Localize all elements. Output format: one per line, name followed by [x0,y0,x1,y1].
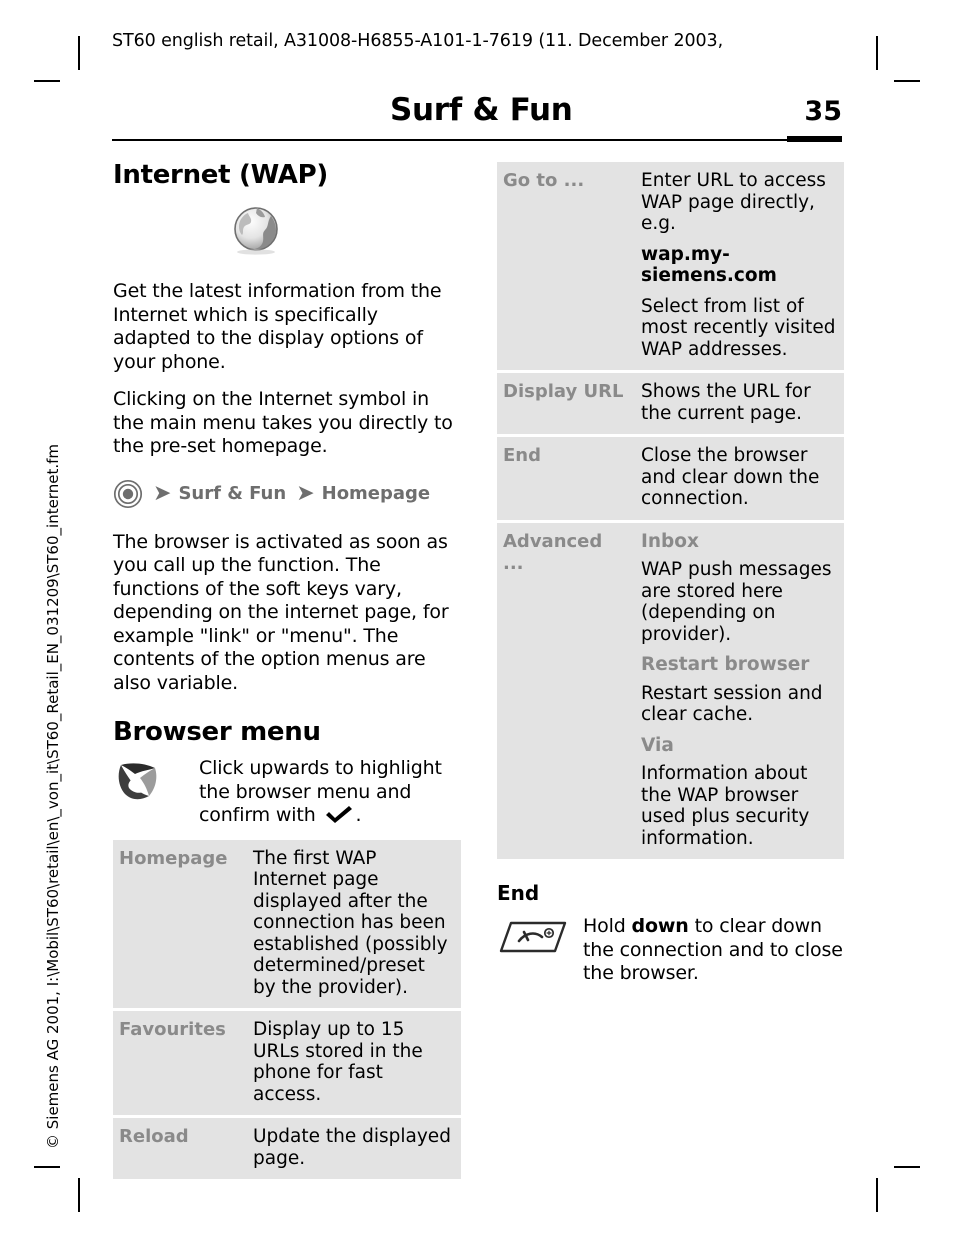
joystick-instruction-text: Click upwards to highlight the browser m… [199,757,461,828]
end-section: End Hold down to clear down the connecti… [497,881,844,986]
crop-mark-top-left-v [78,36,80,70]
crop-mark-bottom-left-h [34,1166,60,1168]
value-line: Restart session and clear cache. [641,682,823,726]
browser-activation-paragraph: The browser is activated as soon as you … [113,530,449,694]
table-cell-value: Shows the URL for the current page. [633,373,844,437]
table-cell-key: End [497,437,633,523]
menu-path-line: ➤ Surf & Fun ➤ Homepage [113,479,461,509]
center-menu-key-icon [113,479,143,508]
end-key-instruction-row: Hold down to clear down the connection a… [497,915,844,986]
table-cell-value: Display up to 15 URLs stored in the phon… [245,1011,461,1118]
crop-mark-top-right-v [876,36,878,70]
joystick-up-icon [118,763,157,800]
table-cell-value: Enter URL to access WAP page directly, e… [633,162,844,373]
table-row: Go to ... Enter URL to access WAP page d… [497,162,844,373]
end-text-before: Hold [583,915,626,937]
browser-menu-table: Homepage The first WAP Internet page dis… [113,839,461,1179]
value-line: Enter URL to access WAP page directly, e… [641,170,826,234]
joystick-icon-wrapper [113,757,199,809]
page-header: Surf & Fun 35 [112,92,842,144]
table-cell-key: Homepage [113,839,245,1011]
path-arrow-icon-2: ➤ [296,480,315,506]
header-rule-thin [112,139,787,141]
table-cell-value: Inbox WAP push messages are stored here … [633,522,844,859]
crop-mark-top-right-h [894,80,920,82]
end-text-bold: down [631,915,689,937]
right-column: Go to ... Enter URL to access WAP page d… [497,160,844,998]
table-row: Reload Update the displayed page. [113,1118,461,1179]
end-call-key-icon [499,921,567,953]
crop-mark-top-left-h [34,80,60,82]
intro-paragraph-2: Clicking on the Internet symbol in the m… [113,388,453,457]
value-line: Information about the WAP browser used p… [641,763,810,849]
checkmark-icon [325,806,352,823]
table-cell-key: Reload [113,1118,245,1179]
value-subkey: Restart browser [641,654,810,675]
browser-menu-table-body: Homepage The first WAP Internet page dis… [113,839,461,1179]
crop-mark-bottom-left-v [78,1178,80,1212]
intro-paragraph-1: Get the latest information from the Inte… [113,280,442,373]
table-cell-key: Go to ... [497,162,633,373]
value-line-bold: wap.my-siemens.com [641,243,777,287]
spine-copyright-text: © Siemens AG 2001, I:\Mobil\ST60\retail\… [44,444,62,1149]
path-step-homepage[interactable]: Homepage [322,483,431,504]
path-arrow-icon-1: ➤ [153,480,172,506]
value-subkey: Via [641,734,674,756]
section-title-browser-menu: Browser menu [113,717,321,747]
left-column: Internet (WAP) Get the latest informatio… [113,160,461,1179]
table-cell-value: Update the displayed page. [245,1118,461,1179]
table-row: Display URL Shows the URL for the curren… [497,373,844,437]
joystick-instruction-after: . [355,804,362,826]
value-line: Close the browser and clear down the con… [641,445,820,509]
end-key-icon-wrapper [497,915,583,963]
table-row: Homepage The first WAP Internet page dis… [113,839,461,1011]
table-cell-key: Advanced ... [497,522,633,859]
browser-options-table: Go to ... Enter URL to access WAP page d… [497,162,844,859]
value-line: Select from list of most recently visite… [641,295,836,360]
value-subkey: Inbox [641,530,699,552]
table-row: End Close the browser and clear down the… [497,437,844,523]
table-row: Advanced ... Inbox WAP push messages are… [497,522,844,859]
table-cell-key: Favourites [113,1011,245,1118]
value-line: WAP push messages are stored here (depen… [641,559,832,645]
section-title-internet-wap: Internet (WAP) [113,160,328,190]
crop-mark-bottom-right-h [894,1166,920,1168]
end-key-instruction-text: Hold down to clear down the connection a… [583,915,844,986]
page-title: Surf & Fun [390,92,573,128]
section-title-end: End [497,881,540,905]
crop-mark-bottom-right-v [876,1178,878,1212]
globe-icon-wrapper [113,204,461,260]
joystick-instruction-before: Click upwards to highlight the browser m… [199,757,442,826]
page-number: 35 [804,96,842,127]
table-row: Favourites Display up to 15 URLs stored … [113,1011,461,1118]
header-rule-thick [787,136,842,142]
table-cell-key: Display URL [497,373,633,437]
running-head: ST60 english retail, A31008-H6855-A101-1… [112,31,724,51]
globe-icon [234,207,278,255]
path-step-surf-and-fun[interactable]: Surf & Fun [178,483,286,504]
browser-options-table-body: Go to ... Enter URL to access WAP page d… [497,162,844,859]
value-line: Shows the URL for the current page. [641,381,811,424]
table-cell-value: Close the browser and clear down the con… [633,437,844,523]
table-cell-value: The first WAP Internet page displayed af… [245,839,461,1011]
joystick-instruction-row: Click upwards to highlight the browser m… [113,757,461,828]
